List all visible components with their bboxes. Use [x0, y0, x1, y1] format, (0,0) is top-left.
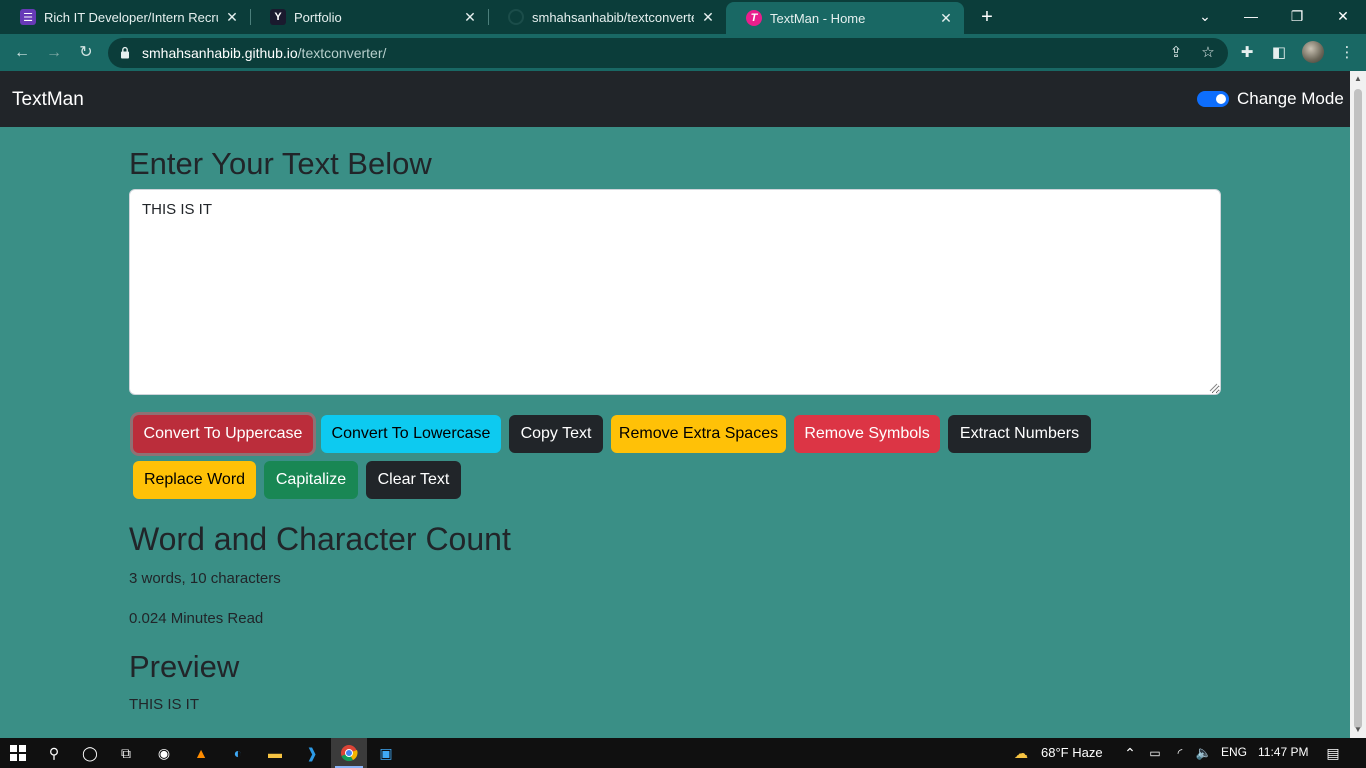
count-heading: Word and Character Count [129, 521, 511, 557]
restore-icon[interactable]: ❐ [1274, 0, 1320, 34]
weather-icon[interactable]: ☁ [1006, 738, 1036, 768]
github-icon [508, 9, 524, 25]
browser-tab[interactable]: ☰ Rich IT Developer/Intern Recruitm ✕ [0, 0, 250, 34]
copy-text-button[interactable]: Copy Text [509, 415, 603, 453]
preview-text: THIS IS IT [129, 696, 200, 713]
lock-icon [121, 46, 129, 59]
scroll-down-icon[interactable]: ▼ [1353, 725, 1363, 735]
y-logo-icon: Y [270, 9, 286, 25]
tab-title: TextMan - Home [770, 10, 866, 26]
address-bar[interactable]: smhahsanhabib.github.io/textconverter/ ⇪… [108, 38, 1228, 68]
read-time: 0.024 Minutes Read [129, 610, 264, 627]
battery-icon[interactable]: ▭ [1144, 738, 1166, 768]
file-explorer-icon[interactable]: ▬ [257, 738, 293, 768]
wifi-icon[interactable]: ◜ [1168, 738, 1192, 768]
extensions-icon[interactable]: ✚ [1236, 42, 1258, 64]
page-title: Enter Your Text Below [129, 146, 432, 181]
windows-taskbar: ⚲ ◯ ⧉ ◉ ▲ ◐ ▬ ❱ ▣ ☁ 68°F Haze ⌃ ▭ ◜ 🔈 EN… [0, 738, 1366, 768]
forward-icon[interactable]: → [42, 41, 66, 65]
edge-icon[interactable]: ◐ [220, 738, 256, 768]
resize-grip-icon[interactable] [1208, 382, 1218, 392]
close-icon[interactable]: ✕ [938, 10, 954, 27]
clock[interactable]: 11:47 PM [1258, 745, 1308, 759]
preview-heading: Preview [129, 649, 240, 684]
back-icon[interactable]: ← [10, 41, 34, 65]
replace-word-button[interactable]: Replace Word [133, 461, 256, 499]
chrome-icon[interactable] [331, 738, 367, 768]
form-icon: ☰ [20, 9, 36, 25]
minimize-icon[interactable]: — [1228, 0, 1274, 34]
browser-tab[interactable]: Y Portfolio ✕ [250, 0, 488, 34]
window-close-icon[interactable]: ✕ [1320, 0, 1366, 34]
word-char-count: 3 words, 10 characters [129, 570, 281, 587]
remove-symbols-button[interactable]: Remove Symbols [794, 415, 940, 453]
brand-logo[interactable]: TextMan [12, 89, 84, 111]
tray-chevron-icon[interactable]: ⌃ [1118, 738, 1142, 768]
mode-toggle-switch[interactable] [1197, 91, 1229, 107]
vscode-icon[interactable]: ❱ [294, 738, 330, 768]
vlc-icon[interactable]: ▲ [183, 738, 219, 768]
new-tab-icon[interactable]: + [976, 6, 998, 28]
close-icon[interactable]: ✕ [700, 9, 716, 26]
app-navbar: TextMan [0, 71, 1350, 127]
photos-icon[interactable]: ▣ [368, 738, 404, 768]
weather-text[interactable]: 68°F Haze [1041, 745, 1103, 760]
reload-icon[interactable]: ↻ [74, 41, 98, 65]
convert-lowercase-button[interactable]: Convert To Lowercase [321, 415, 501, 453]
capitalize-button[interactable]: Capitalize [264, 461, 358, 499]
close-icon[interactable]: ✕ [224, 9, 240, 26]
browser-tab-active[interactable]: T TextMan - Home ✕ [726, 2, 964, 34]
clear-text-button[interactable]: Clear Text [366, 461, 461, 499]
profile-avatar[interactable] [1302, 41, 1324, 63]
media-player-icon[interactable]: ◉ [146, 738, 182, 768]
url-text: smhahsanhabib.github.io/textconverter/ [142, 45, 386, 61]
volume-icon[interactable]: 🔈 [1192, 738, 1216, 768]
bookmark-star-icon[interactable]: ☆ [1198, 43, 1218, 63]
cortana-icon[interactable]: ◯ [72, 738, 108, 768]
close-icon[interactable]: ✕ [462, 9, 478, 26]
search-icon[interactable]: ⚲ [36, 738, 72, 768]
task-view-icon[interactable]: ⧉ [108, 738, 144, 768]
page-scrollbar[interactable]: ▲ ▼ [1350, 71, 1366, 738]
scrollbar-thumb[interactable] [1354, 89, 1362, 729]
scroll-up-icon[interactable]: ▲ [1353, 74, 1363, 84]
share-icon[interactable]: ⇪ [1166, 43, 1186, 63]
mode-toggle-label[interactable]: Change Mode [1237, 89, 1344, 109]
extract-numbers-button[interactable]: Extract Numbers [948, 415, 1091, 453]
side-panel-icon[interactable]: ◧ [1268, 42, 1290, 64]
remove-extra-spaces-button[interactable]: Remove Extra Spaces [611, 415, 786, 453]
menu-kebab-icon[interactable]: ⋮ [1336, 42, 1358, 64]
tab-search-icon[interactable]: ⌄ [1182, 0, 1228, 34]
tab-title: Rich IT Developer/Intern Recruitm [44, 9, 218, 25]
text-input[interactable] [129, 189, 1221, 395]
notifications-icon[interactable]: ▤ [1318, 738, 1348, 768]
tab-title: Portfolio [294, 9, 342, 25]
toggle-knob [1216, 94, 1226, 104]
browser-tab[interactable]: smhahsanhabib/textconverter ✕ [488, 0, 726, 34]
convert-uppercase-button[interactable]: Convert To Uppercase [133, 415, 313, 453]
browser-toolbar: ← → ↻ smhahsanhabib.github.io/textconver… [0, 34, 1366, 71]
browser-tab-strip: ☰ Rich IT Developer/Intern Recruitm ✕ Y … [0, 0, 1366, 34]
language-indicator[interactable]: ENG [1221, 745, 1247, 759]
textman-logo-icon: T [746, 10, 762, 26]
url-domain: smhahsanhabib.github.io [142, 45, 298, 61]
windows-start-icon[interactable] [0, 738, 36, 768]
url-path: /textconverter/ [297, 45, 387, 61]
tab-title: smhahsanhabib/textconverter [532, 9, 694, 25]
